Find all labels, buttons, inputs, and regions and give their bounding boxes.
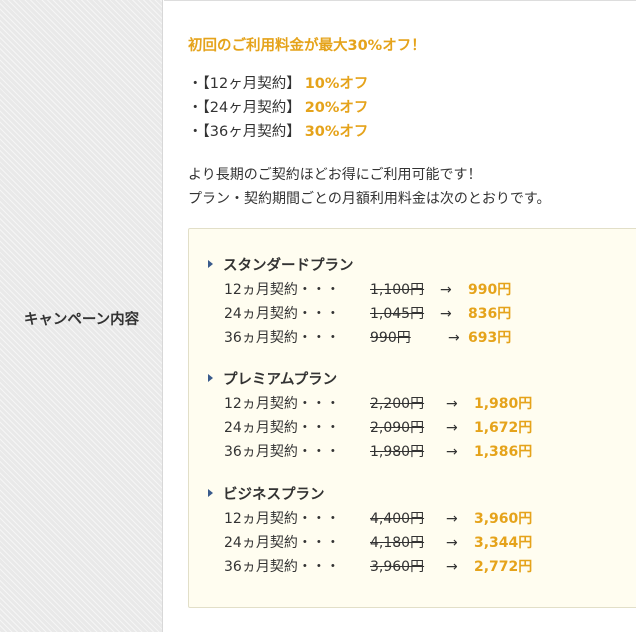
discount-term: ・【36ヶ月契約】 xyxy=(188,124,301,140)
price-row: 12ヵ月契約・・・ 1,100円 → 990円 xyxy=(208,278,511,302)
campaign-label: キャンペーン内容 xyxy=(23,312,140,328)
contract-term: 36ヵ月契約・・・ xyxy=(224,559,340,575)
plan-standard: スタンダードプラン 12ヵ月契約・・・ 1,100円 → 990円 24ヵ月契約… xyxy=(208,254,511,350)
triangle-bullet-icon xyxy=(208,260,213,268)
discounted-price: 1,386円 xyxy=(474,444,533,460)
contract-term: 24ヵ月契約・・・ xyxy=(224,535,340,551)
plan-premium: プレミアムプラン 12ヵ月契約・・・ 2,200円 → 1,980円 24ヵ月契… xyxy=(208,368,532,464)
discount-list: ・【12ヶ月契約】 10%オフ ・【24ヶ月契約】 20%オフ ・【36ヶ月契約】 3… xyxy=(188,72,368,144)
contract-term: 12ヵ月契約・・・ xyxy=(224,511,340,527)
right-arrow-icon: → xyxy=(446,559,458,575)
discount-rate: 10%オフ xyxy=(304,76,369,92)
plan-name: ビジネスプラン xyxy=(223,487,325,503)
right-arrow-icon: → xyxy=(446,511,458,527)
original-price: 2,200円 xyxy=(370,396,425,412)
right-arrow-icon: → xyxy=(440,282,452,298)
right-arrow-icon: → xyxy=(440,306,452,322)
price-row: 36ヵ月契約・・・ 990円 → 693円 xyxy=(208,326,511,350)
contract-term: 12ヵ月契約・・・ xyxy=(224,282,340,298)
discount-item: ・【12ヶ月契約】 10%オフ xyxy=(188,72,368,96)
right-arrow-icon: → xyxy=(446,420,458,436)
discount-item: ・【36ヶ月契約】 30%オフ xyxy=(188,120,368,144)
right-arrow-icon: → xyxy=(446,535,458,551)
discounted-price: 3,960円 xyxy=(474,511,533,527)
discount-rate: 20%オフ xyxy=(304,100,369,116)
contract-term: 24ヵ月契約・・・ xyxy=(224,420,340,436)
plan-name: プレミアムプラン xyxy=(223,372,338,388)
price-row: 36ヵ月契約・・・ 1,980円 → 1,386円 xyxy=(208,440,532,464)
price-row: 12ヵ月契約・・・ 2,200円 → 1,980円 xyxy=(208,392,532,416)
plan-name: スタンダードプラン xyxy=(223,258,354,274)
price-row: 12ヵ月契約・・・ 4,400円 → 3,960円 xyxy=(208,507,532,531)
description-line: プラン・契約期間ごとの月額利用料金は次のとおりです。 xyxy=(188,191,551,207)
campaign-headline: 初回のご利用料金が最大30%オフ！ xyxy=(188,38,426,54)
price-row: 24ヵ月契約・・・ 1,045円 → 836円 xyxy=(208,302,511,326)
discounted-price: 836円 xyxy=(468,306,512,322)
discount-term: ・【24ヶ月契約】 xyxy=(188,100,301,116)
triangle-bullet-icon xyxy=(208,489,213,497)
price-row: 24ヵ月契約・・・ 2,090円 → 1,672円 xyxy=(208,416,532,440)
description-line: より長期のご契約ほどお得にご利用可能です！ xyxy=(188,167,482,183)
discounted-price: 990円 xyxy=(468,282,512,298)
contract-term: 24ヵ月契約・・・ xyxy=(224,306,340,322)
discount-item: ・【24ヶ月契約】 20%オフ xyxy=(188,96,368,120)
original-price: 4,400円 xyxy=(370,511,425,527)
discount-term: ・【12ヶ月契約】 xyxy=(188,76,301,92)
right-arrow-icon: → xyxy=(448,330,460,346)
original-price: 4,180円 xyxy=(370,535,425,551)
price-row: 24ヵ月契約・・・ 4,180円 → 3,344円 xyxy=(208,531,532,555)
discount-rate: 30%オフ xyxy=(304,124,369,140)
original-price: 3,960円 xyxy=(370,559,425,575)
description-paragraph: より長期のご契約ほどお得にご利用可能です！ プラン・契約期間ごとの月額利用料金は… xyxy=(188,163,550,211)
discounted-price: 693円 xyxy=(468,330,512,346)
price-table-box: スタンダードプラン 12ヵ月契約・・・ 1,100円 → 990円 24ヵ月契約… xyxy=(188,228,636,608)
plan-business: ビジネスプラン 12ヵ月契約・・・ 4,400円 → 3,960円 24ヵ月契約… xyxy=(208,483,532,579)
discounted-price: 3,344円 xyxy=(474,535,533,551)
original-price: 1,045円 xyxy=(370,306,425,322)
contract-term: 36ヵ月契約・・・ xyxy=(224,330,340,346)
discounted-price: 1,980円 xyxy=(474,396,533,412)
table-label-cell: キャンペーン内容 xyxy=(0,0,163,632)
original-price: 1,980円 xyxy=(370,444,425,460)
triangle-bullet-icon xyxy=(208,374,213,382)
discounted-price: 2,772円 xyxy=(474,559,533,575)
original-price: 990円 xyxy=(370,330,411,346)
right-arrow-icon: → xyxy=(446,444,458,460)
right-arrow-icon: → xyxy=(446,396,458,412)
contract-term: 12ヵ月契約・・・ xyxy=(224,396,340,412)
discounted-price: 1,672円 xyxy=(474,420,533,436)
original-price: 1,100円 xyxy=(370,282,425,298)
contract-term: 36ヵ月契約・・・ xyxy=(224,444,340,460)
original-price: 2,090円 xyxy=(370,420,425,436)
price-row: 36ヵ月契約・・・ 3,960円 → 2,772円 xyxy=(208,555,532,579)
